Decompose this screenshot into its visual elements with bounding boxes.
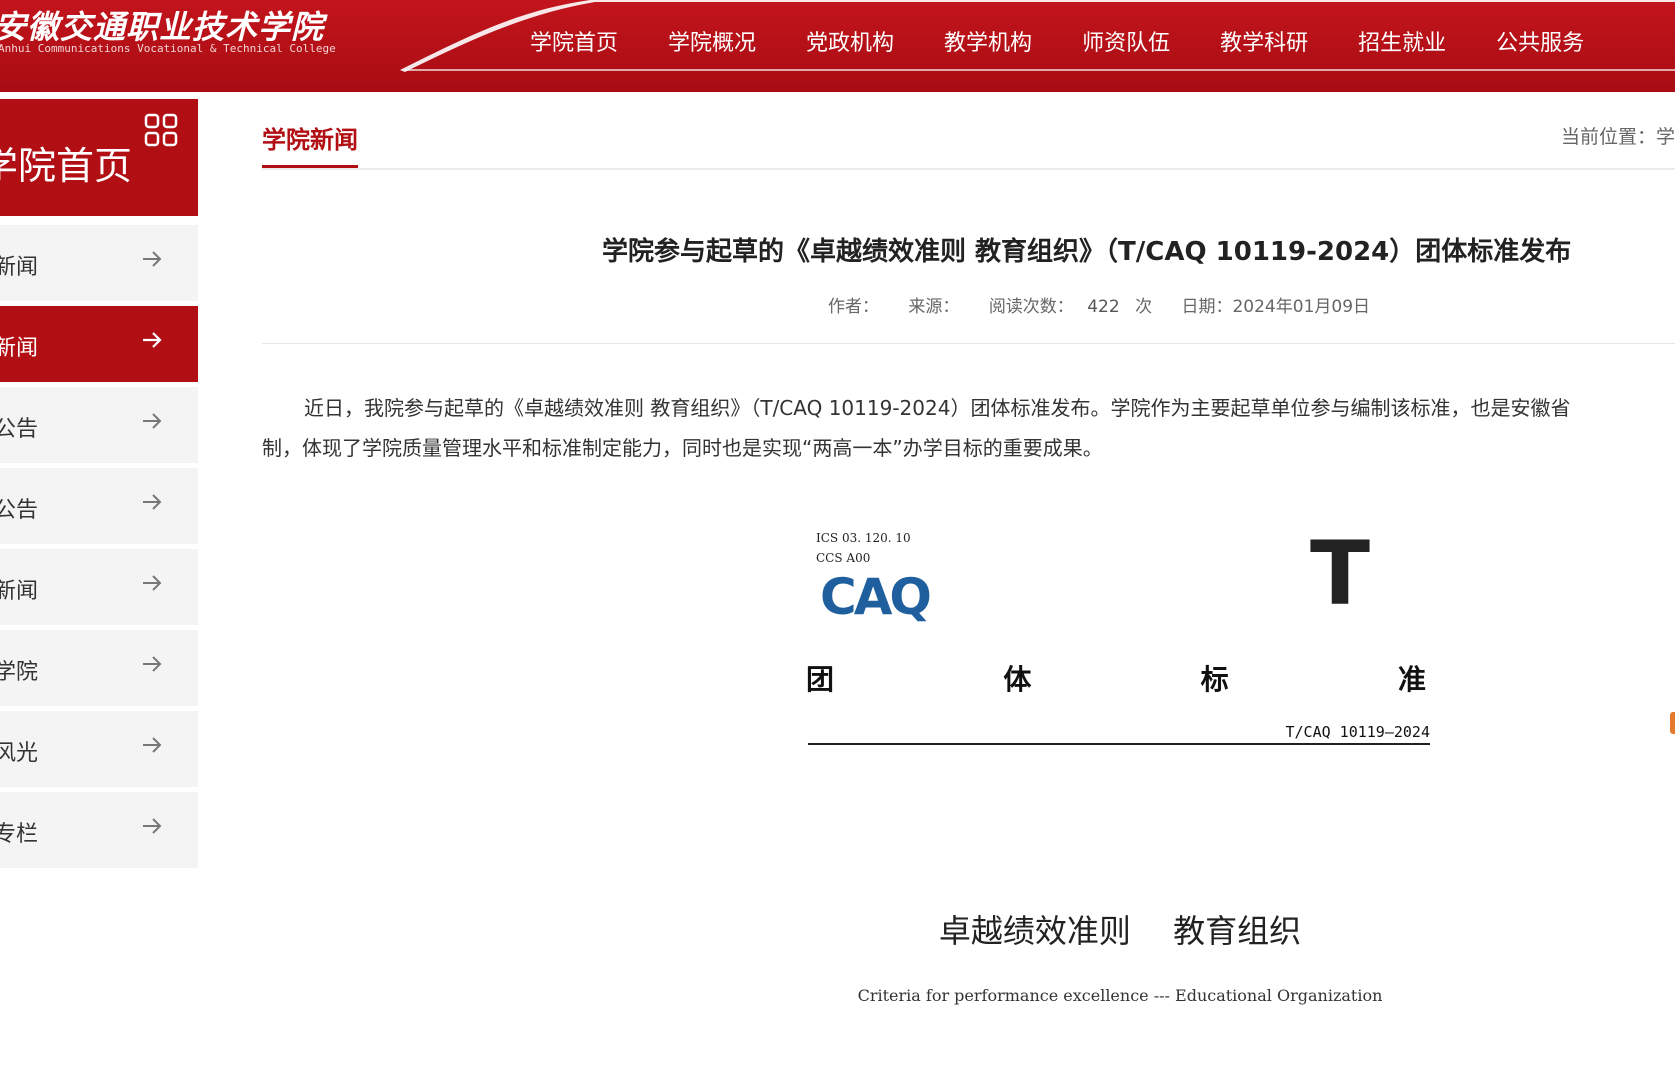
- meta-views-count: 422: [1087, 297, 1120, 317]
- cover-char: 准: [1397, 663, 1426, 696]
- nav-item-overview[interactable]: 学院概况: [668, 25, 756, 57]
- cover-ics: ICS 03. 120. 10: [816, 531, 911, 545]
- sidebar-item-label: 专栏: [0, 822, 39, 847]
- logo-english: Anhui Communications Vocational & Techni…: [0, 42, 336, 55]
- sidebar-item-label: 新闻: [0, 255, 39, 280]
- caq-logo-icon: CAQ: [820, 570, 932, 622]
- sidebar-item-6[interactable]: 学院: [0, 630, 198, 706]
- sidebar-item-label: 学院: [0, 660, 39, 685]
- standard-cover-image: ICS 03. 120. 10 CCS A00 CAQ T 团 体 标 准 T/…: [790, 520, 1450, 1020]
- article-body: 近日，我院参与起草的《卓越绩效准则 教育组织》（T/CAQ 10119-2024…: [262, 388, 1675, 468]
- arrow-right-icon: [143, 332, 162, 348]
- caq-logo-text: CAQ: [820, 570, 929, 622]
- nav-item-home[interactable]: 学院首页: [530, 25, 618, 57]
- cover-title: 卓越绩效准则 教育组织: [790, 906, 1450, 952]
- paragraph-line: 制，体现了学院质量管理水平和标准制定能力，同时也是实现“两高一本”办学目标的重要…: [262, 436, 1103, 460]
- nav-item-party[interactable]: 党政机构: [806, 25, 894, 57]
- arrow-right-icon: [143, 251, 162, 267]
- arrow-right-icon: [143, 413, 162, 429]
- nav-item-research[interactable]: 教学科研: [1220, 25, 1308, 57]
- sidebar-item-label: 风光: [0, 741, 39, 766]
- nav-item-public-service[interactable]: 公共服务: [1496, 25, 1584, 57]
- sidebar-item-7[interactable]: 风光: [0, 711, 198, 787]
- sidebar-item-label: 新闻: [0, 579, 39, 604]
- nav-item-faculty[interactable]: 师资队伍: [1082, 25, 1170, 57]
- meta-source: 来源：: [908, 297, 960, 317]
- sidebar-item-label: 公告: [0, 498, 39, 523]
- cover-classification: ICS 03. 120. 10 CCS A00: [816, 528, 911, 568]
- meta-views-unit: 次: [1135, 297, 1153, 317]
- grid-icon: [144, 113, 178, 147]
- sidebar-item-8[interactable]: 专栏: [0, 792, 198, 868]
- arrow-right-icon: [143, 494, 162, 510]
- paragraph-line: 近日，我院参与起草的《卓越绩效准则 教育组织》（T/CAQ 10119-2024…: [304, 396, 1571, 420]
- arrow-right-icon: [143, 656, 162, 672]
- cover-char: 标: [1200, 663, 1229, 696]
- sidebar-title: 学院首页: [0, 144, 133, 188]
- cover-char: 体: [1003, 663, 1032, 696]
- site-header: 安徽交通职业技术学院 Anhui Communications Vocation…: [0, 0, 1675, 92]
- arrow-right-icon: [143, 575, 162, 591]
- meta-author: 作者：: [828, 297, 879, 317]
- cover-title-right: 教育组织: [1173, 912, 1302, 950]
- cover-title-left: 卓越绩效准则: [938, 912, 1131, 950]
- arrow-right-icon: [143, 818, 162, 834]
- nav-item-admissions[interactable]: 招生就业: [1358, 25, 1446, 57]
- cover-char: 团: [806, 663, 835, 696]
- cover-ccs: CCS A00: [816, 551, 871, 565]
- t-mark-text: T: [1310, 532, 1370, 612]
- cover-subtitle: Criteria for performance excellence --- …: [857, 986, 1383, 1005]
- meta-divider: [262, 343, 1675, 344]
- main-nav: 学院首页 学院概况 党政机构 教学机构 师资队伍 教学科研 招生就业 公共服务: [530, 25, 1634, 57]
- sidebar-item-3[interactable]: 公告: [0, 387, 198, 463]
- nav-item-teaching-units[interactable]: 教学机构: [944, 25, 1032, 57]
- article-meta: 作者： 来源： 阅读次数： 422 次 日期：2024年01月09日: [828, 292, 1394, 317]
- edge-decoration: [1670, 712, 1675, 734]
- meta-views-label: 阅读次数：: [988, 297, 1074, 317]
- meta-date: 日期：2024年01月09日: [1181, 297, 1371, 317]
- cover-standard-code: T/CAQ 10119—2024: [1285, 723, 1431, 741]
- sidebar-item-2-active[interactable]: 新闻: [0, 306, 198, 382]
- cover-standard-heading: 团 体 标 准: [806, 658, 1426, 698]
- sidebar-item-5[interactable]: 新闻: [0, 549, 198, 625]
- arrow-right-icon: [143, 737, 162, 753]
- cover-rule: [808, 743, 1430, 745]
- sidebar-item-1[interactable]: 新闻: [0, 225, 198, 301]
- t-standard-mark-icon: T: [1310, 532, 1370, 612]
- sidebar-item-4[interactable]: 公告: [0, 468, 198, 544]
- sidebar-menu: 新闻 新闻 公告 公告 新闻 学院 风光 专栏: [0, 225, 198, 873]
- sidebar-item-label: 新闻: [0, 336, 39, 361]
- section-title: 学院新闻: [262, 120, 358, 168]
- content-header: 学院新闻 当前位置：学: [262, 110, 1675, 170]
- sidebar-item-label: 公告: [0, 417, 39, 442]
- sidebar-header: 学院首页: [0, 99, 198, 216]
- breadcrumb: 当前位置：学: [1560, 126, 1675, 148]
- article-title: 学院参与起草的《卓越绩效准则 教育组织》（T/CAQ 10119-2024）团体…: [602, 237, 1572, 267]
